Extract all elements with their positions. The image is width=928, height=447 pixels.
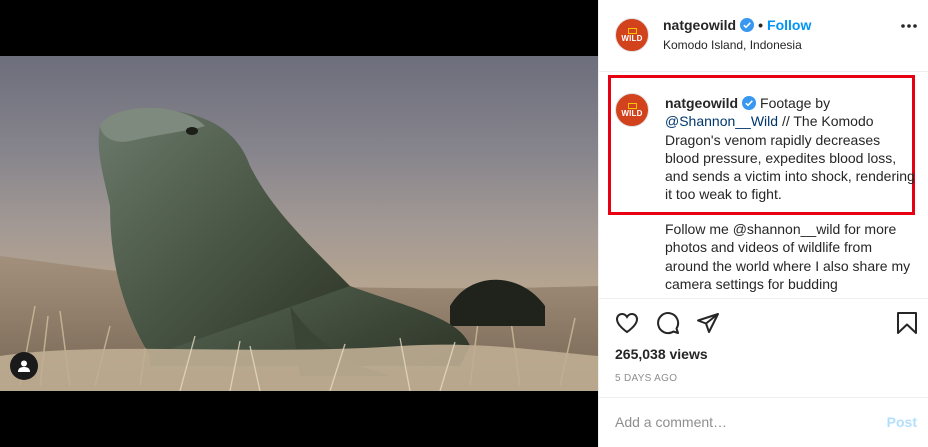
post-comment-button[interactable]: Post (887, 414, 917, 430)
verified-badge-icon (740, 18, 755, 32)
natgeo-logo-icon (627, 27, 637, 34)
comments-section: WILD natgeowild Footage by @Shannon__Wil… (599, 72, 928, 298)
post-actions: 265,038 views 5 DAYS AGO Add a comment… … (599, 298, 928, 447)
separator-dot: • (758, 17, 764, 33)
post-timestamp[interactable]: 5 DAYS AGO (615, 373, 677, 384)
header-username-row: natgeowild • Follow (663, 17, 811, 33)
caption-text-before: Footage by (756, 95, 831, 111)
verified-badge-icon (742, 96, 757, 110)
comment-input[interactable]: Add a comment… (615, 414, 727, 430)
caption-username[interactable]: natgeowild (665, 95, 738, 111)
caption-follow-text: Follow me @shannon__wild for more photos… (665, 220, 915, 293)
header-username[interactable]: natgeowild (663, 17, 736, 33)
post-side-panel: WILD natgeowild • Follow Komodo Island, In… (598, 0, 928, 447)
komodo-dragon-image (0, 107, 598, 391)
natgeo-logo-icon (627, 102, 637, 109)
add-comment-bar: Add a comment… Post (599, 397, 928, 447)
views-count[interactable]: 265,038 views (615, 346, 708, 362)
bookmark-icon[interactable] (896, 311, 918, 335)
media-pane (0, 0, 598, 447)
follow-mention-link[interactable]: @shannon__wild (733, 221, 841, 237)
user-tag-button[interactable] (10, 352, 38, 380)
avatar[interactable]: WILD (615, 18, 649, 52)
heart-icon[interactable] (615, 311, 639, 335)
follow-button[interactable]: Follow (767, 17, 811, 33)
caption-text: natgeowild Footage by @Shannon__Wild // … (665, 94, 915, 204)
share-icon[interactable] (696, 311, 720, 335)
comment-icon[interactable] (656, 311, 680, 335)
caption-avatar[interactable]: WILD (615, 93, 649, 127)
avatar-label: WILD (621, 33, 643, 43)
avatar-label: WILD (621, 108, 643, 118)
caption-mention-link[interactable]: @Shannon__Wild (665, 113, 778, 129)
post-video[interactable] (0, 56, 598, 391)
location-link[interactable]: Komodo Island, Indonesia (663, 38, 802, 52)
follow-text-before: Follow me (665, 221, 733, 237)
user-tag-icon (18, 360, 30, 372)
more-options-icon[interactable] (901, 24, 917, 28)
post-header: WILD natgeowild • Follow Komodo Island, In… (599, 0, 928, 72)
